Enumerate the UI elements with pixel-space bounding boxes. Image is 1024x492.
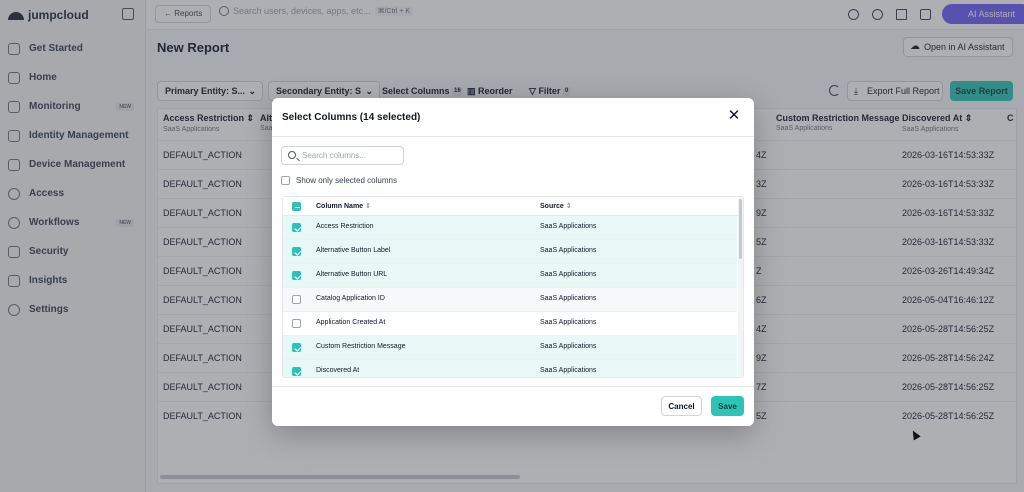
dialog-title: Select Columns (14 selected) [282,112,421,123]
column-checkbox[interactable] [292,247,301,256]
column-name: Alternative Button Label [316,247,391,254]
save-button[interactable]: Save [711,396,744,416]
column-checkbox[interactable] [292,367,301,376]
column-checkbox[interactable] [292,319,301,328]
column-name-header[interactable]: Column Name ⇕ [316,202,371,210]
column-name: Alternative Button URL [316,271,388,278]
divider [272,136,754,137]
column-option-row[interactable]: Custom Restriction Message SaaS Applicat… [283,336,737,360]
column-checkbox[interactable] [292,271,301,280]
column-checkbox[interactable] [292,343,301,352]
cancel-button[interactable]: Cancel [661,396,702,416]
show-only-selected-checkbox[interactable] [281,176,290,185]
column-source: SaaS Applications [540,295,597,302]
column-name: Access Restriction [316,223,374,230]
column-option-row[interactable]: Alternative Button Label SaaS Applicatio… [283,240,737,264]
select-all-checkbox[interactable] [292,202,301,211]
column-checkbox[interactable] [292,223,301,232]
search-columns-input[interactable] [281,146,404,165]
column-name: Custom Restriction Message [316,343,406,350]
sort-icon: ⇕ [565,203,572,210]
column-option-row[interactable]: Application Created At SaaS Applications [283,312,737,336]
column-source: SaaS Applications [540,319,597,326]
column-name: Catalog Application ID [316,295,385,302]
source-header[interactable]: Source ⇕ [540,202,572,210]
vertical-scrollbar[interactable] [738,197,743,377]
show-only-selected-toggle[interactable]: Show only selected columns [281,176,397,185]
column-checkbox[interactable] [292,295,301,304]
column-source: SaaS Applications [540,271,597,278]
column-option-row[interactable]: Access Restriction SaaS Applications [283,216,737,240]
column-source: SaaS Applications [540,367,597,374]
column-name: Discovered At [316,367,360,374]
column-source: SaaS Applications [540,343,597,350]
column-option-row[interactable]: Discovered At SaaS Applications [283,360,737,377]
column-source: SaaS Applications [540,247,597,254]
columns-grid-header: Column Name ⇕ Source ⇕ [283,197,743,216]
columns-grid: Column Name ⇕ Source ⇕ Access Restriction … [282,196,744,378]
show-only-selected-label: Show only selected columns [296,176,397,185]
column-option-row[interactable]: Catalog Application ID SaaS Applications [283,288,737,312]
sort-icon: ⇕ [365,203,371,210]
select-columns-dialog: Select Columns (14 selected) ✕ Show only… [272,98,754,426]
column-source: SaaS Applications [540,223,597,230]
column-option-row[interactable]: Alternative Button URL SaaS Applications [283,264,737,288]
search-icon [288,151,296,159]
column-name: Application Created At [316,319,386,326]
close-icon[interactable]: ✕ [726,108,742,124]
divider [272,386,754,387]
